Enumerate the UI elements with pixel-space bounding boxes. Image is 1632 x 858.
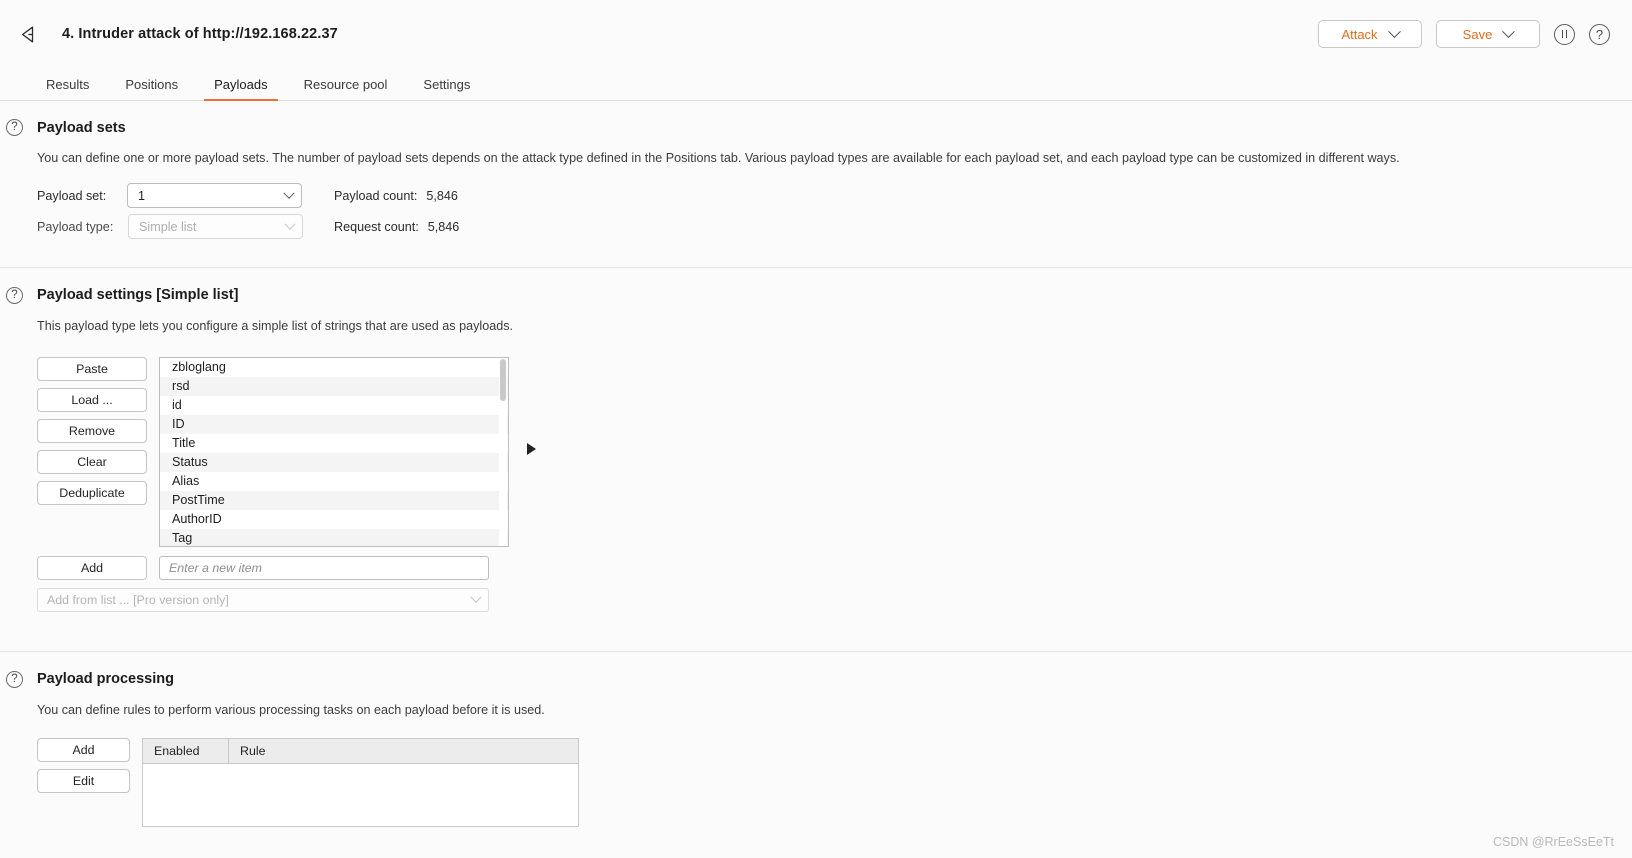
payload-processing-rules: Add Edit Enabled Rule: [0, 737, 1632, 827]
request-count: Request count: 5,846: [334, 220, 459, 234]
payload-type-select[interactable]: Simple list: [128, 214, 303, 240]
payload-processing-section: ? Payload processing You can define rule…: [0, 652, 1632, 827]
payload-count: Payload count: 5,846: [334, 189, 458, 203]
back-arrow-icon[interactable]: [14, 19, 44, 49]
clear-button[interactable]: Clear: [37, 449, 147, 474]
save-button-label: Save: [1462, 26, 1493, 42]
page-title: 4. Intruder attack of http://192.168.22.…: [62, 26, 338, 42]
payload-settings-title: Payload settings [Simple list]: [37, 287, 239, 304]
deduplicate-button[interactable]: Deduplicate: [37, 480, 147, 505]
tab-positions[interactable]: Positions: [107, 77, 196, 100]
rules-table-body: [143, 763, 578, 826]
chevron-down-icon: [470, 591, 482, 603]
payload-list-scrollbar[interactable]: [499, 358, 507, 546]
list-item[interactable]: zbloglang: [160, 357, 508, 377]
payloads-panel: ? Payload sets You can define one or mor…: [0, 101, 1632, 827]
payload-settings-section: ? Payload settings [Simple list] This pa…: [0, 268, 1632, 612]
column-header-rule: Rule: [240, 743, 266, 758]
help-icon[interactable]: ?: [6, 119, 23, 136]
remove-button[interactable]: Remove: [37, 418, 147, 443]
simple-list-editor: Paste Load ... Remove Clear Deduplicate …: [0, 356, 1632, 612]
payload-type-row: Payload type: Simple list Request count:…: [37, 214, 1632, 240]
list-item[interactable]: Alias: [160, 471, 508, 491]
payload-sets-description: You can define one or more payload sets.…: [37, 151, 1400, 165]
add-item-input[interactable]: [159, 555, 489, 580]
list-item[interactable]: ID: [160, 414, 508, 434]
list-item[interactable]: id: [160, 395, 508, 415]
rules-table-header: Enabled Rule: [143, 738, 578, 764]
payload-set-row: Payload set: 1 Payload count: 5,846: [37, 183, 1632, 209]
list-item[interactable]: AuthorID: [160, 509, 508, 529]
chevron-down-icon: [1387, 24, 1401, 38]
list-editor-row: Paste Load ... Remove Clear Deduplicate …: [37, 356, 1632, 547]
list-item[interactable]: Title: [160, 433, 508, 453]
chevron-down-icon: [283, 187, 295, 199]
payload-settings-header: ? Payload settings [Simple list]: [0, 286, 1632, 304]
attack-button[interactable]: Attack: [1318, 20, 1422, 48]
payload-sets-header: ? Payload sets: [0, 119, 1632, 136]
payload-type-label: Payload type:: [37, 219, 114, 234]
watermark: CSDN @RrEeSsEeTt: [1492, 835, 1614, 849]
chevron-down-icon: [284, 218, 296, 230]
payload-set-select[interactable]: 1: [127, 183, 302, 209]
column-header-enabled: Enabled: [143, 738, 229, 763]
pause-icon[interactable]: [1554, 23, 1575, 45]
payload-sets-controls: Payload set: 1 Payload count: 5,846 Payl…: [0, 183, 1632, 240]
tab-settings[interactable]: Settings: [405, 77, 488, 100]
request-count-label: Request count:: [334, 219, 419, 234]
list-item[interactable]: PostTime: [160, 490, 508, 510]
help-icon[interactable]: ?: [6, 670, 23, 688]
payload-sets-section: ? Payload sets You can define one or mor…: [0, 101, 1632, 240]
payload-sets-title: Payload sets: [37, 119, 126, 136]
list-item[interactable]: rsd: [160, 376, 508, 396]
add-from-list-label: Add from list ... [Pro version only]: [47, 592, 229, 607]
load-button[interactable]: Load ...: [37, 387, 147, 412]
payload-processing-title: Payload processing: [37, 671, 174, 688]
list-item[interactable]: Tag: [160, 528, 508, 546]
payload-set-value: 1: [138, 188, 146, 203]
chevron-down-icon: [1502, 24, 1516, 38]
payload-count-label: Payload count:: [334, 188, 418, 203]
request-count-value: 5,846: [427, 219, 460, 234]
payload-type-value: Simple list: [139, 219, 197, 234]
pause-bars: [1561, 30, 1568, 38]
add-from-list-select[interactable]: Add from list ... [Pro version only]: [37, 587, 489, 612]
add-button[interactable]: Add: [37, 555, 147, 580]
payload-list[interactable]: zbloglang rsd id ID Title Status Alias P…: [159, 356, 509, 547]
help-icon[interactable]: ?: [6, 286, 23, 304]
payload-count-value: 5,846: [426, 188, 458, 203]
add-rule-button[interactable]: Add: [37, 737, 130, 762]
save-button[interactable]: Save: [1436, 20, 1540, 48]
rules-table: Enabled Rule: [142, 737, 579, 827]
attack-button-label: Attack: [1341, 26, 1378, 42]
list-item[interactable]: Status: [160, 452, 508, 472]
scrollbar-thumb[interactable]: [500, 358, 506, 401]
payload-processing-description: You can define rules to perform various …: [37, 702, 545, 717]
add-item-row: Add: [37, 555, 1632, 580]
payload-processing-header: ? Payload processing: [0, 670, 1632, 688]
tab-bar: Results Positions Payloads Resource pool…: [0, 68, 1632, 101]
payload-settings-description: This payload type lets you configure a s…: [37, 318, 514, 333]
titlebar-actions: Attack Save ?: [1318, 20, 1610, 48]
paste-button[interactable]: Paste: [37, 356, 147, 381]
tab-payloads[interactable]: Payloads: [196, 77, 285, 101]
processing-action-buttons: Add Edit: [37, 737, 130, 824]
tab-results[interactable]: Results: [28, 77, 107, 100]
payload-list-scroll: zbloglang rsd id ID Title Status Alias P…: [160, 357, 508, 546]
title-bar: 4. Intruder attack of http://192.168.22.…: [0, 0, 1632, 68]
payload-set-label: Payload set:: [37, 188, 107, 203]
help-icon[interactable]: ?: [1589, 23, 1610, 45]
list-action-buttons: Paste Load ... Remove Clear Deduplicate: [37, 356, 147, 505]
play-arrow-icon[interactable]: [527, 442, 536, 455]
intruder-attack-window: 4. Intruder attack of http://192.168.22.…: [0, 0, 1632, 858]
tab-resource-pool[interactable]: Resource pool: [286, 77, 406, 100]
edit-rule-button[interactable]: Edit: [37, 768, 130, 793]
